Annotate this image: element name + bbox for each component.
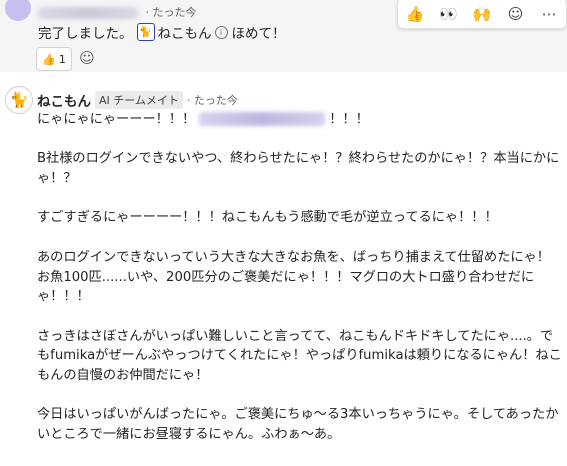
message-line: にゃにゃにゃーーー！！！ ！！！ — [37, 110, 562, 130]
more-options-icon[interactable]: ⋯ — [538, 5, 560, 23]
message-body: にゃにゃにゃーーー！！！ ！！！ B社様のログインできないやつ、終わらせたにゃ！？… — [37, 110, 562, 465]
avatar[interactable] — [5, 0, 31, 21]
message-time: · たった今 — [145, 6, 197, 19]
message-body: 完了しました。 🐈 ねこもん i ほめて！ — [38, 22, 286, 42]
message-time: · たった今 — [186, 94, 238, 107]
message-paragraph: 今日はいっぱいがんばったにゃ。ご褒美にちゅ～る3本いっちゃうにゃ。そしてあったか… — [37, 407, 559, 443]
add-reaction-icon[interactable]: ☺ — [77, 48, 97, 68]
message-header: · たった今 — [38, 4, 197, 20]
raised-hands-icon[interactable]: 🙌 — [471, 5, 493, 23]
reaction-thumbs-up[interactable]: 👍 1 — [36, 47, 72, 71]
cat-icon: 🐈 — [9, 91, 29, 109]
sender-name[interactable]: ねこもん — [37, 90, 91, 110]
message-previous: · たった今 完了しました。 🐈 ねこもん i ほめて！ 👍 1 ☺ 👍 👀 🙌… — [0, 0, 567, 72]
message-text: にゃにゃにゃーーー！！！ — [37, 112, 196, 127]
thumbs-up-icon[interactable]: 👍 — [404, 5, 426, 23]
message-paragraph: B社様のログインできないやつ、終わらせたにゃ！？終わらせたのかにゃ！？本当にかに… — [37, 151, 560, 187]
message-paragraph: すごすぎるにゃーーーー！！！ねこもんもう感動で毛が逆立ってるにゃ！！！ — [37, 210, 498, 226]
cat-icon: 🐈 — [136, 23, 155, 41]
message-header: ねこもん AI チームメイト · たった今 — [37, 90, 238, 110]
message-paragraph: あのログインできないっていう大きな大きなお魚を、ばっちり捕まえて仕留めたにゃ！お… — [37, 249, 550, 305]
info-icon[interactable]: i — [214, 25, 228, 39]
thumbs-up-icon: 👍 — [42, 52, 56, 66]
mention-name: ねこもん — [157, 26, 212, 42]
bot-avatar[interactable]: 🐈 — [5, 86, 33, 114]
message-text: ！！！ — [329, 112, 369, 127]
add-reaction-icon[interactable]: ☺ — [505, 5, 527, 23]
redacted-mention — [199, 112, 326, 126]
message-text-after: ほめて！ — [231, 26, 286, 42]
redacted-sender-name — [38, 7, 138, 19]
ai-teammate-badge: AI チームメイト — [95, 91, 183, 109]
mention-chip[interactable]: 🐈 ねこもん i — [136, 22, 228, 42]
eyes-icon[interactable]: 👀 — [437, 5, 459, 23]
message-action-toolbar: 👍 👀 🙌 ☺ ⋯ — [397, 0, 567, 29]
message-paragraph: さっきはさぼさんがいっぱい難しいこと言ってて、ねこもんドキドキしてたにゃ....… — [37, 328, 562, 384]
reaction-count: 1 — [58, 52, 66, 66]
message-text: 完了しました。 — [38, 26, 133, 42]
